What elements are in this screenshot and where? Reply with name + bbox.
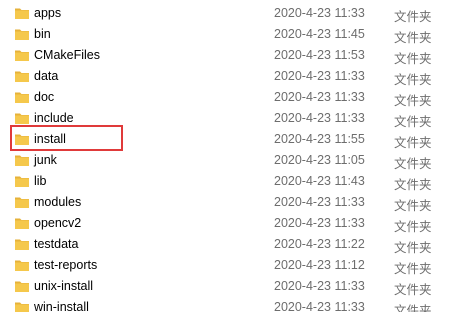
- file-name: test-reports: [34, 258, 98, 272]
- file-name: bin: [34, 27, 51, 41]
- folder-icon: [14, 132, 30, 146]
- folder-icon: [14, 27, 30, 41]
- file-row-lib[interactable]: lib 2020-4-23 11:43 文件夹: [0, 171, 460, 192]
- file-type: 文件夹: [394, 283, 432, 297]
- file-type: 文件夹: [394, 10, 432, 24]
- file-name: include: [34, 111, 74, 125]
- file-date: 2020-4-23 11:33: [274, 279, 365, 293]
- file-date: 2020-4-23 11:33: [274, 195, 365, 209]
- file-name: CMakeFiles: [34, 48, 100, 62]
- file-date: 2020-4-23 11:33: [274, 111, 365, 125]
- file-type: 文件夹: [394, 31, 432, 45]
- file-name: unix-install: [34, 279, 94, 293]
- file-row-apps[interactable]: apps 2020-4-23 11:33 文件夹: [0, 3, 460, 24]
- file-row-install[interactable]: install 2020-4-23 11:55 文件夹: [0, 129, 460, 150]
- file-row-modules[interactable]: modules 2020-4-23 11:33 文件夹: [0, 192, 460, 213]
- file-name: opencv2: [34, 216, 82, 230]
- file-row-opencv2[interactable]: opencv2 2020-4-23 11:33 文件夹: [0, 213, 460, 234]
- file-row-test-reports[interactable]: test-reports 2020-4-23 11:12 文件夹: [0, 255, 460, 276]
- folder-icon: [14, 174, 30, 188]
- file-type: 文件夹: [394, 136, 432, 150]
- folder-icon: [14, 69, 30, 83]
- file-row-data[interactable]: data 2020-4-23 11:33 文件夹: [0, 66, 460, 87]
- file-row-cmakefiles[interactable]: CMakeFiles 2020-4-23 11:53 文件夹: [0, 45, 460, 66]
- file-date: 2020-4-23 11:33: [274, 6, 365, 20]
- folder-icon: [14, 48, 30, 62]
- folder-icon: [14, 258, 30, 272]
- file-date: 2020-4-23 11:55: [274, 132, 365, 146]
- file-date: 2020-4-23 11:33: [274, 69, 365, 83]
- file-date: 2020-4-23 11:22: [274, 237, 365, 251]
- folder-icon: [14, 237, 30, 251]
- file-row-doc[interactable]: doc 2020-4-23 11:33 文件夹: [0, 87, 460, 108]
- file-row-bin[interactable]: bin 2020-4-23 11:45 文件夹: [0, 24, 460, 45]
- file-list: apps 2020-4-23 11:33 文件夹 bin 2020-4-23 1…: [0, 0, 460, 312]
- file-name: lib: [34, 174, 47, 188]
- folder-icon: [14, 195, 30, 209]
- file-type: 文件夹: [394, 115, 432, 129]
- file-name: doc: [34, 90, 55, 104]
- file-row-testdata[interactable]: testdata 2020-4-23 11:22 文件夹: [0, 234, 460, 255]
- file-type: 文件夹: [394, 73, 432, 87]
- file-date: 2020-4-23 11:33: [274, 300, 365, 312]
- file-name: win-install: [34, 300, 89, 312]
- file-name: install: [34, 132, 66, 146]
- folder-icon: [14, 153, 30, 167]
- file-row-win-install[interactable]: win-install 2020-4-23 11:33 文件夹: [0, 297, 460, 312]
- file-type: 文件夹: [394, 241, 432, 255]
- file-date: 2020-4-23 11:05: [274, 153, 365, 167]
- file-date: 2020-4-23 11:45: [274, 27, 365, 41]
- file-date: 2020-4-23 11:53: [274, 48, 365, 62]
- file-date: 2020-4-23 11:33: [274, 216, 365, 230]
- file-type: 文件夹: [394, 94, 432, 108]
- folder-icon: [14, 216, 30, 230]
- file-name: apps: [34, 6, 62, 20]
- file-type: 文件夹: [394, 262, 432, 276]
- file-type: 文件夹: [394, 52, 432, 66]
- file-name: junk: [34, 153, 57, 167]
- file-name: testdata: [34, 237, 79, 251]
- file-row-junk[interactable]: junk 2020-4-23 11:05 文件夹: [0, 150, 460, 171]
- folder-icon: [14, 90, 30, 104]
- folder-icon: [14, 6, 30, 20]
- file-row-unix-install[interactable]: unix-install 2020-4-23 11:33 文件夹: [0, 276, 460, 297]
- file-type: 文件夹: [394, 178, 432, 192]
- file-type: 文件夹: [394, 304, 432, 312]
- file-type: 文件夹: [394, 199, 432, 213]
- file-name: data: [34, 69, 59, 83]
- file-type: 文件夹: [394, 157, 432, 171]
- folder-icon: [14, 300, 30, 312]
- file-date: 2020-4-23 11:12: [274, 258, 365, 272]
- file-type: 文件夹: [394, 220, 432, 234]
- file-name: modules: [34, 195, 82, 209]
- folder-icon: [14, 111, 30, 125]
- file-row-include[interactable]: include 2020-4-23 11:33 文件夹: [0, 108, 460, 129]
- file-date: 2020-4-23 11:43: [274, 174, 365, 188]
- folder-icon: [14, 279, 30, 293]
- file-date: 2020-4-23 11:33: [274, 90, 365, 104]
